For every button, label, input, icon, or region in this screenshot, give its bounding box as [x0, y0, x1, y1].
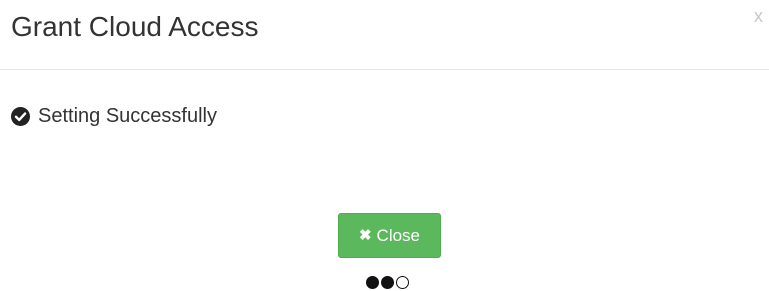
check-circle-icon [11, 106, 30, 126]
progress-dot-filled [381, 276, 394, 289]
dialog-close-x[interactable]: x [754, 6, 763, 26]
close-button[interactable]: ✖ Close [338, 213, 441, 258]
progress-dot-filled [366, 276, 379, 289]
times-icon: ✖ [358, 227, 372, 244]
dialog-title: Grant Cloud Access [11, 11, 259, 42]
progress-dots [366, 276, 409, 289]
status-message: Setting Successfully [38, 105, 217, 127]
close-button-label: Close [376, 225, 421, 245]
dialog-body: Setting Successfully [11, 103, 217, 129]
progress-dot-empty [396, 276, 409, 289]
dialog-header: Grant Cloud Access x [0, 0, 769, 70]
grant-cloud-access-dialog: Grant Cloud Access x Setting Successfull… [0, 0, 769, 291]
